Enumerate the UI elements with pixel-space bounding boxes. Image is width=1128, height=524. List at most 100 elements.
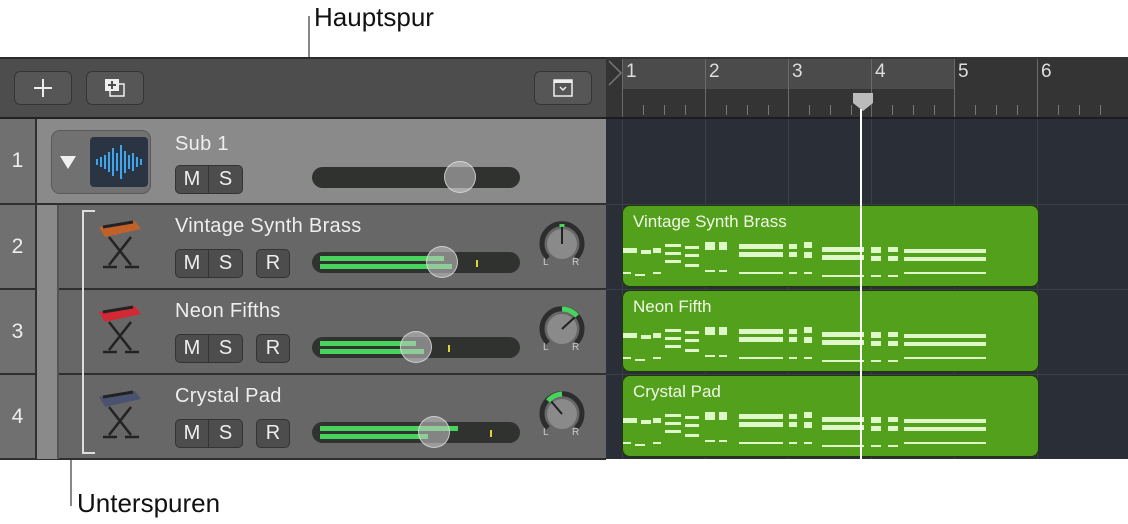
mute-button[interactable]: M	[175, 334, 209, 363]
bar-line	[622, 59, 623, 117]
waveform-bar	[108, 152, 110, 172]
midi-note	[789, 244, 797, 249]
midi-note	[804, 337, 812, 343]
solo-button[interactable]: S	[209, 249, 243, 278]
record-enable-button[interactable]: R	[256, 419, 290, 448]
midi-note	[653, 357, 661, 359]
track-header-toolbar	[0, 57, 606, 119]
track-header-vintage-synth-brass[interactable]: Vintage Synth Brass M S R L R	[37, 205, 606, 290]
volume-slider[interactable]	[312, 416, 520, 448]
waveform-bar	[116, 153, 118, 171]
midi-note	[623, 418, 637, 423]
midi-note	[705, 327, 715, 335]
volume-slider[interactable]	[312, 246, 520, 278]
midi-note	[665, 430, 681, 433]
beat-tick	[643, 105, 644, 115]
midi-note	[685, 416, 699, 419]
stack-indent-bar	[37, 205, 59, 459]
midi-note	[888, 332, 898, 337]
midi-note	[822, 255, 864, 260]
solo-button[interactable]: S	[209, 334, 243, 363]
midi-note	[685, 331, 699, 334]
track-header-neon-fifths[interactable]: Neon Fifths M S R L R	[37, 290, 606, 375]
midi-note	[641, 420, 651, 424]
collapse-tracks-button[interactable]	[534, 71, 592, 105]
midi-note	[665, 422, 681, 425]
midi-note	[804, 442, 812, 444]
midi-note	[888, 256, 898, 261]
track-header-sub1[interactable]: Sub 1 M S	[37, 119, 606, 205]
volume-slider-handle[interactable]	[444, 161, 476, 193]
track-number-1: 1	[0, 119, 37, 205]
midi-note	[641, 250, 651, 254]
duplicate-track-icon	[105, 79, 125, 97]
midi-note	[888, 445, 898, 447]
midi-note	[871, 426, 881, 431]
track-name[interactable]: Crystal Pad	[175, 385, 282, 408]
track-header-crystal-pad[interactable]: Crystal Pad M S R L R	[37, 375, 606, 460]
midi-note	[888, 426, 898, 431]
volume-slider[interactable]	[312, 161, 520, 193]
duplicate-track-button[interactable]	[86, 71, 144, 105]
midi-note	[641, 335, 651, 339]
callout-main-track: Hauptspur	[314, 2, 434, 32]
bar-line	[788, 59, 789, 117]
pan-knob[interactable]: L R	[539, 221, 585, 268]
solo-button[interactable]: S	[209, 419, 243, 448]
midi-note	[665, 329, 681, 332]
track-icon-box[interactable]	[51, 130, 151, 194]
midi-note	[789, 329, 797, 334]
track-name[interactable]: Sub 1	[175, 133, 229, 156]
midi-note	[719, 327, 727, 335]
midi-note	[888, 247, 898, 252]
beat-tick	[1058, 105, 1059, 115]
midi-region[interactable]: Vintage Synth Brass	[622, 205, 1039, 287]
midi-region[interactable]: Crystal Pad	[622, 375, 1039, 457]
track-name[interactable]: Neon Fifths	[175, 300, 281, 323]
arrange-area[interactable]: Vintage Synth Brass Neon Fifth Crystal Pad	[606, 119, 1128, 459]
track-number-4: 4	[0, 375, 37, 460]
mute-button[interactable]: M	[175, 249, 209, 278]
pan-label-left: L	[543, 427, 549, 438]
midi-note	[739, 357, 783, 359]
midi-note	[739, 244, 783, 249]
beat-tick	[1100, 105, 1101, 115]
track-name[interactable]: Vintage Synth Brass	[175, 215, 362, 238]
bar-number: 1	[626, 61, 637, 82]
midi-note	[789, 357, 797, 359]
midi-note	[623, 333, 637, 338]
volume-slider-handle[interactable]	[400, 331, 432, 363]
bar-line	[954, 59, 955, 117]
peak-indicator	[476, 260, 478, 267]
timeline-ruler[interactable]: 1 2 3 4 5 6	[606, 57, 1128, 119]
midi-note	[904, 257, 986, 261]
midi-note	[789, 252, 797, 257]
midi-note	[705, 412, 715, 420]
mute-button[interactable]: M	[175, 419, 209, 448]
midi-note	[888, 417, 898, 422]
mute-button[interactable]: M	[175, 165, 209, 194]
midi-note	[822, 340, 864, 345]
volume-slider[interactable]	[312, 331, 520, 363]
midi-region[interactable]: Neon Fifth	[622, 290, 1039, 372]
midi-note	[665, 252, 681, 255]
record-enable-button[interactable]: R	[256, 249, 290, 278]
volume-slider-handle[interactable]	[418, 416, 450, 448]
playhead-icon[interactable]	[852, 91, 874, 111]
midi-note	[904, 357, 986, 359]
midi-note	[789, 442, 797, 444]
pan-knob[interactable]: L R	[539, 306, 585, 353]
midi-note	[822, 417, 864, 422]
record-enable-button[interactable]: R	[256, 334, 290, 363]
midi-note	[705, 355, 715, 357]
midi-note	[804, 272, 812, 274]
red-keyboard-icon	[99, 305, 141, 354]
beat-tick	[685, 105, 686, 115]
waveform-bar	[136, 157, 138, 167]
solo-button[interactable]: S	[209, 165, 243, 194]
add-track-button[interactable]	[14, 71, 72, 105]
pan-knob[interactable]: L R	[539, 391, 585, 438]
midi-note	[653, 248, 661, 253]
volume-slider-handle[interactable]	[426, 246, 458, 278]
disclosure-triangle-icon[interactable]	[59, 154, 77, 170]
